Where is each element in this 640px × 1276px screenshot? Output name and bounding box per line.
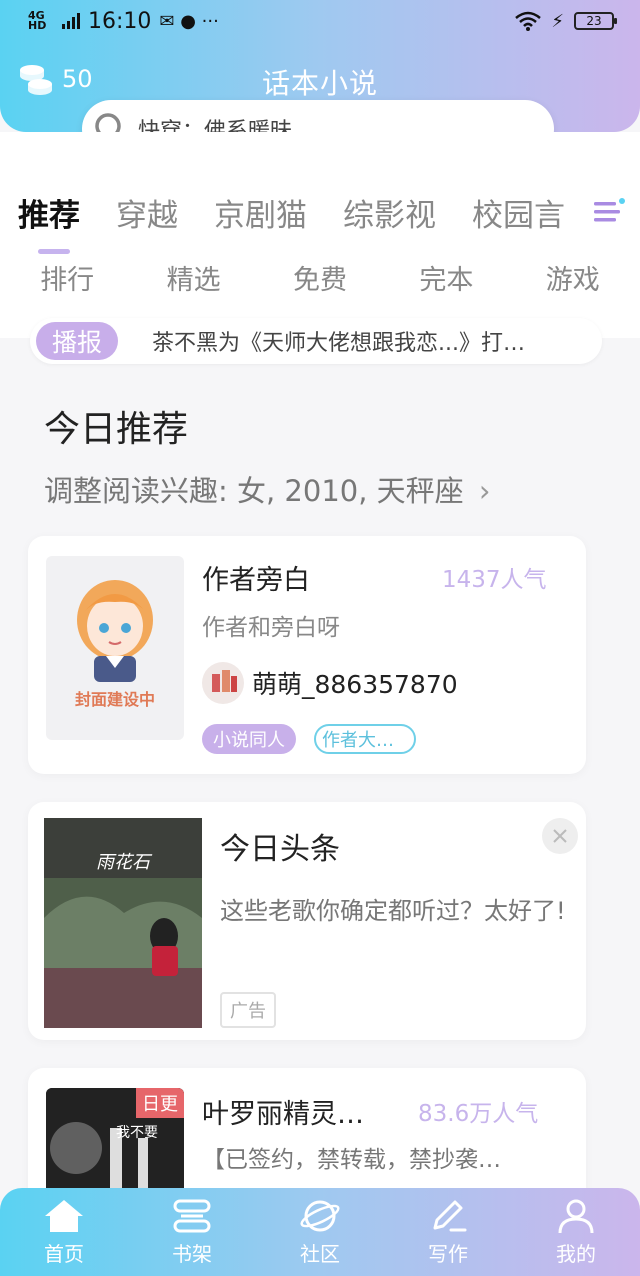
home-icon bbox=[45, 1200, 83, 1232]
close-icon bbox=[553, 829, 567, 843]
bookshelf-icon bbox=[173, 1199, 211, 1233]
broadcast-tag: 播报 bbox=[36, 322, 118, 360]
ad-close-button[interactable] bbox=[542, 818, 578, 854]
nav-write[interactable]: 写作 bbox=[384, 1188, 512, 1276]
anime-girl-illustration bbox=[77, 580, 153, 682]
subtab-completed[interactable]: 完本 bbox=[419, 258, 473, 297]
book-tag-category[interactable]: 小说同人 bbox=[202, 724, 296, 754]
nav-label: 书架 bbox=[172, 1242, 212, 1266]
tab-time-travel[interactable]: 穿越 bbox=[116, 190, 178, 235]
tab-recommend[interactable]: 推荐 bbox=[18, 190, 80, 235]
wifi-icon bbox=[515, 11, 542, 31]
app-title: 话本小说 bbox=[261, 67, 378, 100]
active-tab-indicator bbox=[38, 249, 70, 254]
ad-card[interactable]: 雨花石 今日头条 这些老歌你确定都听过？太好了! 广告 bbox=[28, 802, 586, 1040]
user-icon bbox=[558, 1199, 594, 1234]
nav-label: 社区 bbox=[300, 1242, 340, 1266]
nav-home[interactable]: 首页 bbox=[0, 1188, 128, 1276]
broadcast-banner[interactable]: 播报 茶不黑为《天师大佬想跟我恋...》打… bbox=[30, 318, 602, 364]
notification-icon: ✉ ● ··· bbox=[159, 10, 219, 32]
nav-community[interactable]: 社区 bbox=[256, 1188, 384, 1276]
cover-text: 我不要 bbox=[116, 1125, 158, 1141]
nav-profile[interactable]: 我的 bbox=[512, 1188, 640, 1276]
category-tabs: 推荐 穿越 京剧猫 综影视 校园言 bbox=[0, 190, 640, 250]
tab-campus[interactable]: 校园言 bbox=[472, 190, 565, 235]
cover-placeholder-label: 封面建设中 bbox=[74, 690, 155, 709]
author-name: 萌萌_886357870 bbox=[252, 670, 458, 699]
book-popularity: 1437人气 bbox=[442, 567, 547, 593]
nav-label: 我的 bbox=[556, 1242, 596, 1266]
subtab-ranking[interactable]: 排行 bbox=[40, 258, 94, 297]
status-bar: 4G HD 16:10 ✉ ● ··· ⚡ 23 bbox=[0, 0, 640, 42]
battery-icon: 23 bbox=[574, 12, 617, 30]
nav-label: 写作 bbox=[428, 1242, 468, 1266]
network-indicator: 4G HD bbox=[28, 9, 47, 32]
ad-badge: 广告 bbox=[220, 992, 276, 1028]
reading-interest-link[interactable]: 调整阅读兴趣: 女, 2010, 天秤座 › bbox=[44, 468, 491, 510]
book-cover: 封面建设中 bbox=[46, 556, 184, 740]
category-menu-button[interactable] bbox=[580, 192, 626, 232]
broadcast-text: 茶不黑为《天师大佬想跟我恋...》打… bbox=[152, 331, 525, 356]
signal-icon bbox=[62, 13, 80, 29]
nav-bookshelf[interactable]: 书架 bbox=[128, 1188, 256, 1276]
book-author[interactable]: 萌萌_886357870 bbox=[202, 662, 458, 704]
chevron-right-icon: › bbox=[478, 474, 491, 508]
book-description: 【已签约，禁转载，禁抄袭… bbox=[202, 1147, 501, 1173]
book-card[interactable]: 封面建设中 作者旁白 1437人气 作者和旁白呀 萌萌_886357870 小说… bbox=[28, 536, 586, 774]
subtab-free[interactable]: 免费 bbox=[293, 258, 347, 297]
planet-icon bbox=[300, 1200, 340, 1232]
ad-image: 雨花石 bbox=[44, 818, 202, 1028]
bottom-navigation: 首页 书架 社区 写作 我的 bbox=[0, 1188, 640, 1276]
ad-image-caption: 雨花石 bbox=[96, 852, 150, 873]
book-title: 作者旁白 bbox=[202, 565, 310, 596]
menu-icon bbox=[594, 198, 625, 222]
clock: 16:10 bbox=[88, 8, 152, 34]
avatar bbox=[202, 662, 244, 704]
charging-icon: ⚡ bbox=[551, 10, 564, 32]
pen-icon bbox=[433, 1200, 467, 1232]
subtab-games[interactable]: 游戏 bbox=[546, 258, 600, 297]
subcategory-bar: 排行 精选 免费 完本 游戏 bbox=[0, 258, 640, 297]
ad-title: 今日头条 bbox=[220, 832, 340, 867]
book-description: 作者和旁白呀 bbox=[202, 615, 340, 641]
subtab-featured[interactable]: 精选 bbox=[167, 258, 221, 297]
tab-peking-opera-cat[interactable]: 京剧猫 bbox=[214, 190, 307, 235]
section-title: 今日推荐 bbox=[44, 409, 189, 450]
reading-interest-text: 调整阅读兴趣: 女, 2010, 天秤座 bbox=[44, 474, 464, 508]
book-tag-author[interactable]: 作者大… bbox=[314, 724, 416, 754]
ad-description: 这些老歌你确定都听过？太好了! bbox=[220, 897, 566, 925]
update-badge: 日更 bbox=[136, 1088, 184, 1118]
book-title: 叶罗丽精灵… bbox=[202, 1099, 364, 1130]
tab-film-tv[interactable]: 综影视 bbox=[343, 190, 436, 235]
nav-label: 首页 bbox=[44, 1242, 84, 1266]
book-popularity: 83.6万人气 bbox=[418, 1101, 539, 1127]
